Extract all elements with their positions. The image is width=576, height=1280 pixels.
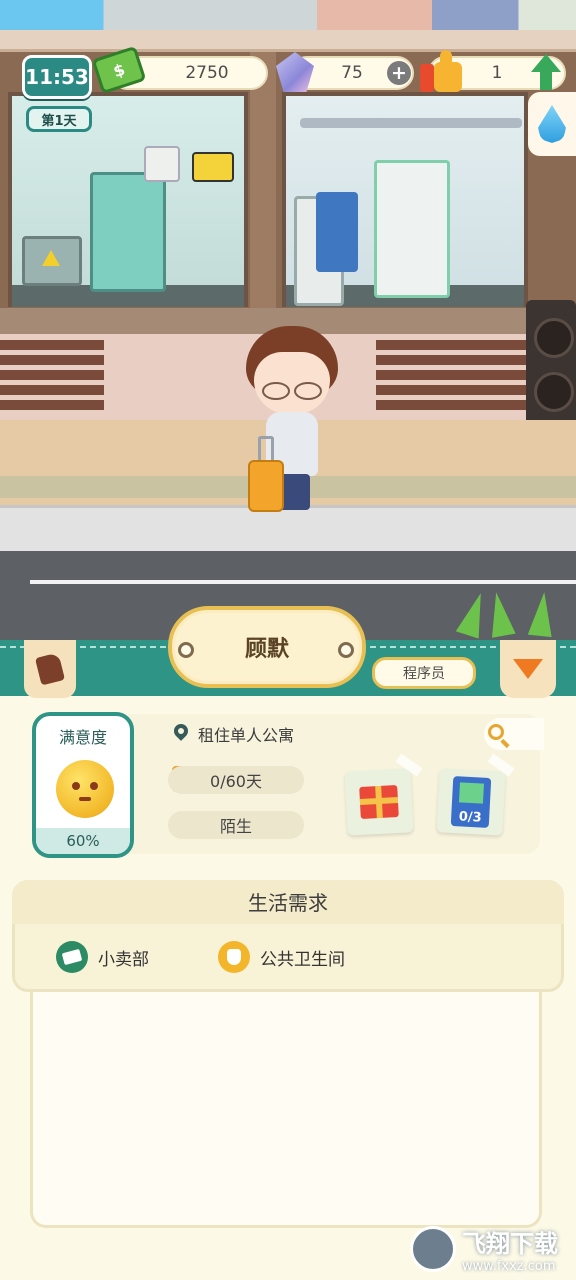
book-button[interactable]: 0/3 [436, 768, 506, 836]
bench [0, 340, 104, 412]
need-label: 小卖部 [98, 949, 149, 970]
water-drop-button[interactable] [528, 92, 576, 156]
location-pin-icon [172, 724, 190, 746]
no-smoking-sign [192, 152, 234, 182]
fan-icon [144, 146, 180, 182]
boot-icon [34, 652, 66, 686]
needs-content-area [30, 992, 542, 1228]
electric-cabinet [90, 172, 166, 292]
money-value: 2750 [185, 63, 229, 83]
hook-icon [178, 642, 194, 658]
toilet-icon [218, 941, 250, 973]
need-item-shop[interactable]: 小卖部 [56, 940, 149, 974]
satisfaction-meter: 满意度 60% [32, 712, 134, 858]
book-icon: 0/3 [450, 776, 492, 828]
thumbs-up-icon [420, 50, 466, 92]
satisfaction-value: 60% [36, 828, 130, 854]
road-marking [30, 580, 576, 584]
watermark-logo-icon [410, 1226, 456, 1272]
building-roof [0, 30, 576, 52]
life-needs-title: 生活需求 [12, 880, 564, 924]
need-label: 公共卫生间 [260, 949, 345, 970]
residence-label: 租住单人公寓 [198, 726, 295, 745]
gift-button[interactable] [344, 768, 414, 836]
hook-icon [338, 642, 354, 658]
plant-leaf [527, 590, 557, 638]
likes-value: 1 [491, 63, 503, 83]
water-drop-icon [538, 105, 566, 143]
watermark-domain: www.fxxz.com [462, 1259, 556, 1274]
collapse-panel-button[interactable] [500, 640, 556, 698]
building-pillar [250, 52, 276, 312]
watermark: 飞翔下载 www.fxxz.com [410, 1218, 576, 1280]
resident-name-plate: 顾默 [168, 606, 366, 688]
book-count: 0/3 [458, 809, 482, 826]
background-buildings [0, 0, 576, 30]
character-glasses [262, 382, 322, 400]
suitcase-handle [258, 436, 274, 462]
relationship-status: 陌生 [168, 811, 304, 839]
bench [376, 340, 526, 412]
suitcase [248, 460, 284, 512]
day-badge: 第1天 [26, 106, 92, 132]
pipe [300, 118, 522, 128]
triangle-down-icon [513, 659, 543, 679]
game-clock: 11:53 [22, 55, 92, 99]
resident-name: 顾默 [244, 637, 289, 662]
satisfaction-face-icon [56, 760, 114, 818]
watermark-text: 飞翔下载 [462, 1230, 558, 1258]
blue-tank [316, 192, 358, 272]
satisfaction-label: 满意度 [58, 728, 107, 747]
level-up-arrow-icon[interactable] [531, 54, 561, 92]
footprint-button[interactable] [24, 640, 76, 698]
add-gems-button[interactable]: + [387, 61, 411, 85]
shop-icon [56, 941, 88, 973]
stay-days: 0/60天 [168, 766, 304, 794]
search-icon[interactable] [488, 724, 504, 740]
speaker [526, 300, 576, 430]
gift-icon [359, 785, 399, 819]
resident-character[interactable] [238, 326, 348, 516]
boiler-machine [374, 160, 450, 298]
occupation-tag: 程序员 [372, 657, 476, 689]
warning-icon [42, 250, 60, 266]
need-item-toilet[interactable]: 公共卫生间 [218, 940, 345, 974]
gem-value: 75 [341, 63, 363, 83]
